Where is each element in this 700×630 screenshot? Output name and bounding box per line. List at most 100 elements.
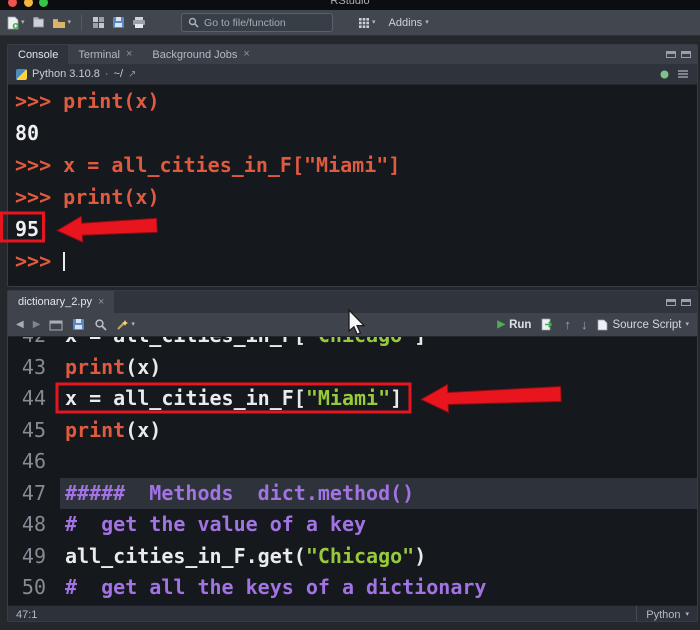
run-previous-icon[interactable]: ↑	[564, 318, 571, 331]
tab-label: dictionary_2.py	[18, 296, 92, 308]
line-number: 50	[8, 572, 60, 604]
rstudio-window: RStudio ▾ ▾ Go to file/function	[0, 0, 700, 630]
magnifier-icon	[94, 318, 107, 331]
editor-line-43: 43print(x)	[8, 352, 697, 384]
magic-wand-icon	[116, 318, 129, 331]
code-line-content: x = all_cities_in_F["Miami"]	[60, 383, 697, 415]
editor-line-49: 49all_cities_in_F.get("Chicago")	[8, 541, 697, 573]
code-tools-button[interactable]: ▾	[116, 318, 135, 331]
chevron-down-icon: ▾	[21, 19, 25, 26]
console-header-icons	[659, 69, 689, 80]
console-menu-icon[interactable]	[677, 69, 689, 79]
close-icon[interactable]: ×	[243, 49, 249, 60]
text-cursor	[63, 252, 65, 271]
chevron-down-icon: ▾	[685, 611, 689, 618]
code-line-content: # get the value of a key	[60, 509, 697, 541]
popout-editor-button[interactable]	[49, 319, 63, 331]
window-title: RStudio	[0, 0, 700, 7]
console-output-value: 80	[15, 121, 39, 145]
console-input-line: >>> print(x)	[15, 181, 697, 213]
line-number: 44	[8, 383, 60, 415]
language-label: Python	[646, 609, 680, 621]
chevron-down-icon: ▾	[685, 321, 689, 328]
editor-line-47: 47##### Methods dict.method()	[8, 478, 697, 510]
tab-console[interactable]: Console	[8, 45, 68, 64]
runtime-label: Python 3.10.8	[32, 68, 100, 80]
tab-background-jobs[interactable]: Background Jobs×	[142, 45, 259, 64]
open-folder-icon	[52, 17, 66, 29]
minimize-pane-icon[interactable]	[666, 51, 676, 58]
code-editor[interactable]: 42x = all_cities_in_F["Chicago"]43print(…	[8, 337, 697, 605]
save-floppy-icon	[112, 16, 125, 29]
run-label: Run	[509, 319, 531, 331]
line-number: 42	[8, 337, 60, 352]
new-file-icon	[7, 16, 19, 30]
profile-console-icon[interactable]	[659, 69, 670, 80]
recent-files-icon	[92, 16, 105, 29]
console-output-line: 95	[15, 213, 697, 245]
close-icon[interactable]: ×	[98, 297, 104, 308]
language-mode-selector[interactable]: Python ▾	[636, 606, 689, 622]
save-button[interactable]	[112, 16, 125, 29]
console-prompt: >>>	[15, 249, 63, 273]
code-line-content	[60, 446, 697, 478]
line-number: 43	[8, 352, 60, 384]
addins-grid-button[interactable]: ▾	[358, 17, 376, 29]
tab-terminal[interactable]: Terminal×	[68, 45, 142, 64]
popout-window-icon	[49, 319, 63, 331]
save-source-button[interactable]	[72, 318, 85, 331]
find-replace-button[interactable]	[94, 318, 107, 331]
source-pane: dictionary_2.py × ◀ ▶ ▾	[7, 290, 698, 622]
minimize-pane-icon[interactable]	[666, 299, 676, 306]
save-floppy-icon	[72, 318, 85, 331]
console-output[interactable]: >>> print(x) 80 >>> x = all_cities_in_F["M…	[8, 85, 697, 287]
chevron-down-icon: ▾	[131, 321, 135, 328]
editor-statusbar: 47:1 Python ▾	[8, 605, 697, 622]
run-next-icon[interactable]: ↓	[581, 318, 588, 331]
console-input-line: >>> print(x)	[15, 85, 697, 117]
back-button[interactable]: ◀	[16, 319, 24, 330]
pane-window-controls	[666, 45, 697, 64]
run-play-icon: ▶	[497, 319, 505, 330]
line-number: 48	[8, 509, 60, 541]
code-line-content: print(x)	[60, 415, 697, 447]
forward-button[interactable]: ▶	[33, 319, 41, 330]
editor-line-46: 46	[8, 446, 697, 478]
search-placeholder: Go to file/function	[204, 17, 286, 29]
editor-tabbar: dictionary_2.py ×	[8, 291, 697, 313]
console-pane: ConsoleTerminal×Background Jobs× Python …	[7, 44, 698, 287]
open-in-window-icon[interactable]: ↗	[128, 69, 136, 80]
main-toolbar: ▾ ▾ Go to file/function ▾ Addins ▾	[0, 10, 700, 36]
source-script-button[interactable]: Source Script ▾	[597, 319, 689, 331]
addins-grid-icon	[358, 17, 370, 29]
console-output-line: 80	[15, 117, 697, 149]
working-directory[interactable]: ~/	[114, 68, 123, 80]
titlebar: RStudio	[0, 0, 700, 10]
source-script-label: Source Script	[612, 319, 681, 331]
console-output-value: 95	[15, 217, 39, 241]
line-number: 45	[8, 415, 60, 447]
console-prompt: >>>	[15, 185, 63, 209]
open-file-button[interactable]: ▾	[52, 17, 72, 29]
console-prompt: >>>	[15, 89, 63, 113]
console-input-code: x = all_cities_in_F["Miami"]	[63, 153, 400, 177]
maximize-pane-icon[interactable]	[681, 299, 691, 306]
chevron-down-icon: ▾	[68, 19, 72, 26]
print-button[interactable]	[132, 16, 146, 29]
close-icon[interactable]: ×	[126, 49, 132, 60]
editor-toolbar-right: ▶ Run ↑ ↓ Source Script ▾	[497, 318, 689, 331]
rerun-source-icon	[541, 318, 554, 331]
maximize-pane-icon[interactable]	[681, 51, 691, 58]
new-project-button[interactable]	[32, 16, 45, 29]
console-input-line: >>>	[15, 245, 697, 277]
separator-dot: ·	[105, 68, 109, 80]
tab-dictionary-2-py[interactable]: dictionary_2.py ×	[8, 291, 114, 313]
open-recent-button[interactable]	[92, 16, 105, 29]
console-input-code: print(x)	[63, 185, 159, 209]
new-file-button[interactable]: ▾	[7, 16, 25, 30]
goto-file-function-search[interactable]: Go to file/function	[181, 13, 333, 32]
rerun-button[interactable]	[541, 318, 554, 331]
code-line-content: print(x)	[60, 352, 697, 384]
run-button[interactable]: ▶ Run	[497, 319, 531, 331]
addins-menu[interactable]: Addins ▾	[389, 17, 429, 29]
